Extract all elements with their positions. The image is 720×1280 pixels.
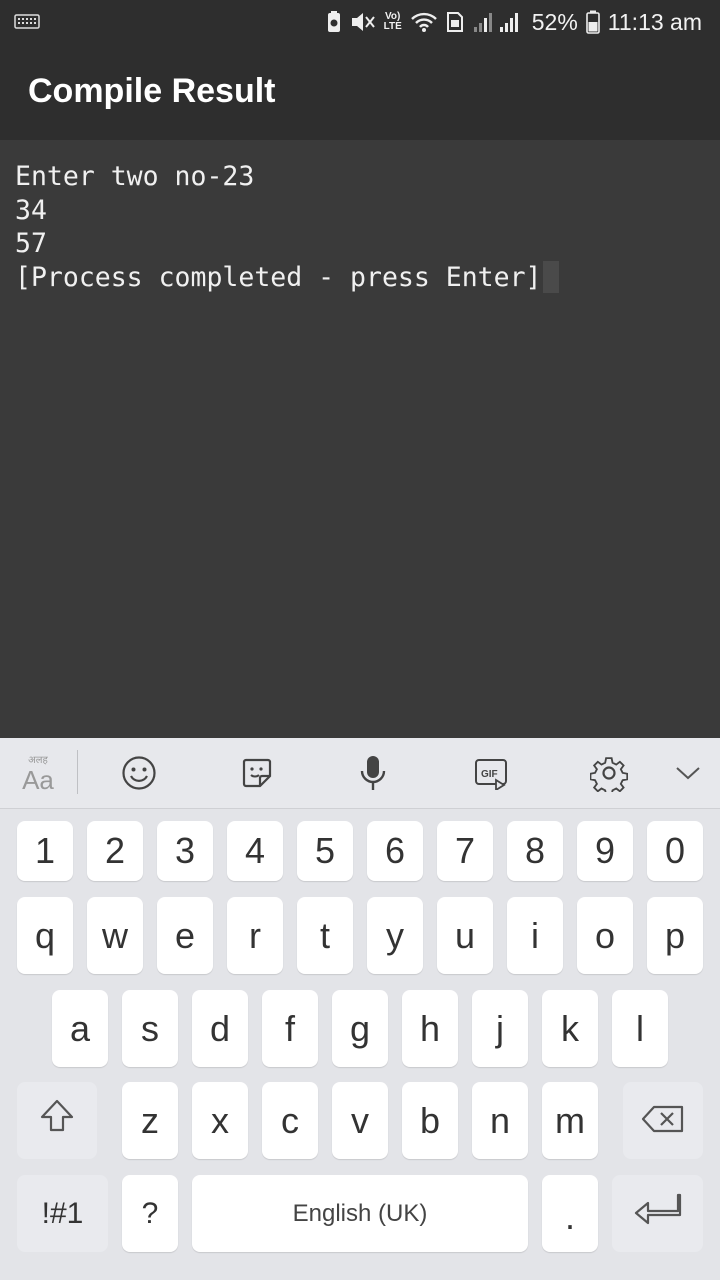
clock: 11:13 am	[607, 8, 702, 35]
keyboard: अलह Aa GIF 1 2 3 4 5 6 7 8 9 0 q w e r t	[0, 738, 720, 1280]
battery-icon	[585, 10, 600, 34]
status-bar: Vo) LTE 52% 11:13 am	[0, 0, 720, 44]
key-2[interactable]: 2	[87, 821, 143, 881]
key-a[interactable]: a	[52, 990, 108, 1067]
key-d[interactable]: d	[192, 990, 248, 1067]
volte-bottom-label: LTE	[383, 21, 402, 32]
language-big-label: Aa	[22, 765, 54, 795]
key-v[interactable]: v	[332, 1082, 388, 1159]
key-7[interactable]: 7	[437, 821, 493, 881]
language-switch-button[interactable]: अलह Aa	[14, 738, 62, 808]
volte-icon: Vo) LTE	[384, 12, 402, 32]
console-line-last: [Process completed - press Enter]	[15, 260, 706, 295]
gif-icon[interactable]: GIF	[467, 738, 515, 808]
key-z[interactable]: z	[122, 1082, 178, 1159]
emoji-icon[interactable]	[115, 738, 163, 808]
microphone-icon[interactable]	[349, 738, 397, 808]
key-e[interactable]: e	[157, 897, 213, 974]
symbols-key[interactable]: !#1	[17, 1175, 108, 1252]
space-key[interactable]: English (UK)	[192, 1175, 528, 1252]
key-b[interactable]: b	[402, 1082, 458, 1159]
keyboard-toolbar: अलह Aa GIF	[0, 738, 720, 809]
sticker-icon[interactable]	[233, 738, 281, 808]
text-cursor	[542, 260, 559, 293]
key-h[interactable]: h	[402, 990, 458, 1067]
question-key[interactable]: ?	[122, 1175, 178, 1252]
key-3[interactable]: 3	[157, 821, 213, 881]
toolbar-divider	[77, 750, 78, 794]
signal-icon	[472, 11, 524, 33]
period-key[interactable]: .	[542, 1175, 598, 1252]
key-4[interactable]: 4	[227, 821, 283, 881]
keyboard-notification-icon	[14, 12, 40, 35]
key-i[interactable]: i	[507, 897, 563, 974]
key-l[interactable]: l	[612, 990, 668, 1067]
backspace-icon	[641, 1100, 685, 1142]
chevron-down-icon[interactable]	[664, 738, 712, 808]
shift-key[interactable]	[17, 1082, 97, 1159]
key-9[interactable]: 9	[577, 821, 633, 881]
key-m[interactable]: m	[542, 1082, 598, 1159]
battery-percent: 52%	[531, 8, 578, 35]
key-0[interactable]: 0	[647, 821, 703, 881]
key-8[interactable]: 8	[507, 821, 563, 881]
key-p[interactable]: p	[647, 897, 703, 974]
key-1[interactable]: 1	[17, 821, 73, 881]
console-output[interactable]: Enter two no-23 34 57 [Process completed…	[0, 140, 720, 738]
key-c[interactable]: c	[262, 1082, 318, 1159]
settings-gear-icon[interactable]	[585, 738, 633, 808]
key-u[interactable]: u	[437, 897, 493, 974]
key-6[interactable]: 6	[367, 821, 423, 881]
key-r[interactable]: r	[227, 897, 283, 974]
key-g[interactable]: g	[332, 990, 388, 1067]
key-y[interactable]: y	[367, 897, 423, 974]
console-line: Enter two no-23	[15, 161, 255, 192]
key-w[interactable]: w	[87, 897, 143, 974]
key-f[interactable]: f	[262, 990, 318, 1067]
console-line: 57	[15, 228, 47, 259]
key-o[interactable]: o	[577, 897, 633, 974]
backspace-key[interactable]	[623, 1082, 703, 1159]
key-s[interactable]: s	[122, 990, 178, 1067]
key-q[interactable]: q	[17, 897, 73, 974]
battery-saver-icon	[326, 10, 342, 34]
key-j[interactable]: j	[472, 990, 528, 1067]
key-t[interactable]: t	[297, 897, 353, 974]
enter-key[interactable]	[612, 1175, 703, 1252]
key-k[interactable]: k	[542, 990, 598, 1067]
key-x[interactable]: x	[192, 1082, 248, 1159]
console-line-text: [Process completed - press Enter]	[15, 261, 542, 293]
svg-text:GIF: GIF	[481, 769, 498, 780]
key-5[interactable]: 5	[297, 821, 353, 881]
app-bar: Compile Result	[0, 44, 720, 140]
console-line: 34	[15, 194, 47, 226]
wifi-icon	[410, 11, 438, 33]
enter-arrow-icon	[634, 1192, 682, 1235]
mute-icon	[350, 11, 376, 33]
key-n[interactable]: n	[472, 1082, 528, 1159]
sim-icon	[446, 11, 464, 33]
page-title: Compile Result	[28, 72, 276, 110]
shift-arrow-icon	[39, 1098, 75, 1143]
